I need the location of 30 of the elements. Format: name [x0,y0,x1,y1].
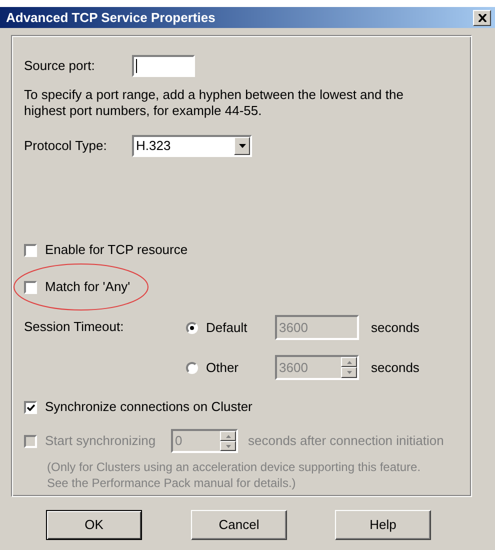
checkbox[interactable] [24,244,37,256]
source-port-field[interactable] [132,55,195,77]
field-label: Source port: [24,57,96,76]
checkbox-label: Enable for TCP resource [45,241,188,260]
spin-arrows-icon [341,357,357,378]
dialog-button[interactable]: OK [46,510,142,540]
close-button[interactable] [473,10,491,26]
radio-label: Default [206,318,248,337]
check-icon [26,404,34,410]
hint-text: To specify a port range, add a hyphen between the lowest and the highest port numbers, for example 44-55. [24,87,404,119]
radio-label: Other [206,358,239,377]
dialog-button[interactable]: Cancel [191,510,287,540]
protocol-dropdown[interactable]: H.323 [132,135,252,157]
field-label: Session Timeout: [24,318,125,336]
unit-label: seconds [371,318,420,337]
checkbox-label: Synchronize connections on Cluster [45,398,252,416]
close-icon [478,14,486,22]
note-text: See the Performance Pack manual for details.) [47,475,297,491]
delay-spinner: 0 [171,429,238,453]
suffix-label: seconds after connection initiation [248,432,444,450]
unit-label: seconds [371,358,420,377]
checkbox[interactable] [24,280,37,294]
dialog-button[interactable]: Help [335,510,431,540]
checkbox-label: Start synchronizing [45,432,157,450]
note-text: (Only for Clusters using an acceleration device supporting this feature. [47,459,422,475]
field-label: Protocol Type: [24,137,108,156]
window-title: Advanced TCP Service Properties [6,8,216,27]
checkbox[interactable] [24,400,37,414]
checkbox-label: Match for 'Any' [45,278,130,296]
spin-arrows-icon [220,431,236,451]
